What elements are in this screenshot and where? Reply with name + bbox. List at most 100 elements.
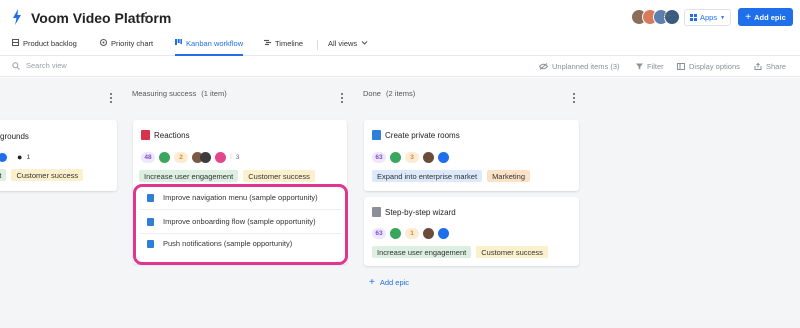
add-epic-link[interactable]: + Add epic bbox=[369, 277, 409, 288]
team-avatars[interactable] bbox=[631, 9, 680, 25]
add-epic-button[interactable]: + Add epic bbox=[738, 8, 793, 26]
score-badge: 63 bbox=[372, 152, 386, 163]
epic-red-icon bbox=[141, 130, 150, 140]
tab-kanban-workflow[interactable]: Kanban workflow bbox=[175, 39, 244, 56]
avatars-more-count[interactable]: 9+ bbox=[663, 13, 671, 20]
assignee-avatars[interactable] bbox=[192, 152, 211, 163]
share-button[interactable]: Share bbox=[754, 62, 786, 71]
view-toolbar: Search view Unplanned items (3) Filter D… bbox=[0, 57, 800, 77]
score-badge: 48 bbox=[141, 152, 155, 163]
kanban-icon bbox=[175, 39, 182, 45]
tab-label: Priority chart bbox=[111, 39, 154, 48]
card-meta: 48 2 ⫶ 3 bbox=[141, 152, 239, 163]
top-bar: Voom Video Platform 9+ Apps ▼ + Add epic bbox=[0, 0, 800, 36]
avatar bbox=[0, 152, 7, 162]
effort-badge: 2 bbox=[174, 152, 188, 163]
unplanned-items-button[interactable]: Unplanned items (3) bbox=[539, 62, 620, 71]
timeline-icon bbox=[264, 39, 271, 46]
search-placeholder: Search view bbox=[26, 61, 67, 70]
share-label: Share bbox=[766, 62, 787, 71]
tag: Increase user engagement bbox=[372, 246, 472, 258]
card-tags: Increase user engagement Customer succes… bbox=[372, 246, 548, 258]
card-meta: 63 3 bbox=[372, 152, 449, 163]
backlog-icon bbox=[12, 39, 19, 46]
tag: Increase user engagement bbox=[139, 170, 239, 182]
add-epic-link-label: Add epic bbox=[379, 278, 410, 287]
grid-icon bbox=[690, 14, 697, 21]
features-highlight bbox=[133, 184, 348, 265]
card-meta: ● 1 bbox=[0, 152, 30, 162]
search-icon bbox=[12, 61, 20, 70]
search-view[interactable]: Search view bbox=[12, 61, 67, 70]
card-tags: Increase user engagement Customer succes… bbox=[139, 170, 315, 182]
apps-button[interactable]: Apps ▼ bbox=[684, 9, 732, 26]
hidden-eye-icon bbox=[539, 63, 548, 70]
tag: Customer success bbox=[476, 246, 548, 258]
epic-blue-icon bbox=[372, 130, 381, 140]
integration-icon bbox=[438, 152, 449, 163]
score-badge: 63 bbox=[372, 228, 386, 239]
tab-divider bbox=[317, 40, 318, 50]
tab-label: Kanban workflow bbox=[186, 39, 244, 48]
card-title: Reactions bbox=[154, 131, 190, 140]
tab-timeline[interactable]: Timeline bbox=[264, 39, 303, 56]
column-menu-icon[interactable] bbox=[339, 93, 345, 103]
avatar bbox=[200, 152, 211, 163]
filter-button[interactable]: Filter bbox=[636, 62, 664, 71]
column-title: Measuring success bbox=[132, 89, 197, 98]
view-tabs: Product backlog Priority chart Kanban wo… bbox=[0, 36, 800, 56]
status-icon bbox=[390, 228, 401, 239]
add-epic-label: Add epic bbox=[754, 12, 786, 22]
effort-badge: 1 bbox=[405, 228, 419, 239]
chevron-down-icon bbox=[361, 41, 368, 45]
tag: Customer success bbox=[243, 170, 315, 182]
tab-product-backlog[interactable]: Product backlog bbox=[12, 39, 77, 56]
card-title: grounds bbox=[0, 132, 29, 141]
status-icon bbox=[159, 152, 170, 163]
tag: ent bbox=[0, 169, 7, 181]
integration-icon bbox=[438, 228, 449, 239]
avatar[interactable] bbox=[423, 152, 434, 163]
children-count: 3 bbox=[235, 154, 240, 161]
tab-priority-chart[interactable]: Priority chart bbox=[100, 39, 153, 56]
card-tags: Expand into enterprise market Marketing bbox=[372, 170, 530, 182]
workspace-menu-icon[interactable] bbox=[143, 12, 149, 22]
card-title: Step-by-step wizard bbox=[385, 208, 456, 217]
tab-label: Timeline bbox=[275, 39, 304, 48]
tag: Expand into enterprise market bbox=[372, 170, 483, 182]
column-menu-icon[interactable] bbox=[571, 93, 577, 103]
chevron-down-icon: ▼ bbox=[720, 14, 726, 21]
tab-label: All views bbox=[328, 39, 358, 48]
filter-label: Filter bbox=[647, 62, 664, 71]
avatar[interactable] bbox=[423, 228, 434, 239]
epic-card-create-private-rooms[interactable]: Create private rooms 63 3 Expand into en… bbox=[364, 120, 579, 191]
epic-card-partial[interactable]: grounds ● 1 ent Customer success bbox=[0, 120, 117, 191]
epic-card-step-by-step-wizard[interactable]: Step-by-step wizard 63 1 Increase user e… bbox=[364, 197, 579, 266]
effort-badge: 3 bbox=[405, 152, 419, 163]
column-header-done: Done (2 items) bbox=[363, 89, 415, 98]
target-icon bbox=[100, 39, 107, 46]
column-count: (1 item) bbox=[201, 89, 227, 98]
column-menu-icon[interactable] bbox=[108, 93, 114, 103]
share-icon bbox=[754, 63, 762, 70]
tab-all-views[interactable]: All views bbox=[328, 39, 368, 56]
hierarchy-icon: ⫶ bbox=[230, 153, 232, 161]
column-header-measuring-success: Measuring success (1 item) bbox=[132, 89, 227, 98]
epic-gray-icon bbox=[372, 207, 381, 217]
lightning-logo-icon bbox=[13, 9, 21, 25]
column-title: Done bbox=[363, 89, 381, 98]
column-count: (2 items) bbox=[386, 89, 416, 98]
plus-icon: + bbox=[745, 11, 752, 23]
card-meta: 63 1 bbox=[372, 228, 449, 239]
card-title: Create private rooms bbox=[385, 131, 460, 140]
tag: Marketing bbox=[487, 170, 530, 182]
status-icon bbox=[390, 152, 401, 163]
display-options-icon bbox=[677, 63, 685, 70]
filter-icon bbox=[636, 63, 643, 70]
display-options-button[interactable]: Display options bbox=[677, 62, 740, 71]
integration-icon bbox=[215, 152, 226, 163]
card-tags: ent Customer success bbox=[0, 169, 84, 181]
tag: Customer success bbox=[11, 169, 84, 181]
plus-icon: + bbox=[369, 277, 375, 288]
comment-count: 1 bbox=[26, 153, 31, 161]
